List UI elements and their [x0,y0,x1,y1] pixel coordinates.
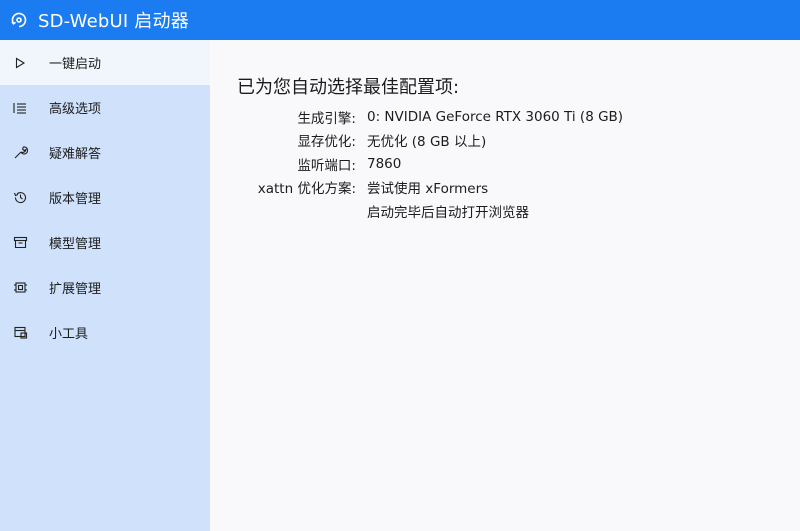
sidebar-item-label: 小工具 [49,327,89,342]
sidebar-item-label: 高级选项 [49,102,102,117]
sidebar-item-model-management[interactable]: 模型管理 [0,220,210,265]
setting-row-auto-open-browser: 启动完毕后自动打开浏览器 [210,199,800,223]
sidebar-item-one-click-start[interactable]: 一键启动 [0,40,210,85]
setting-key: 显存优化: [297,134,356,151]
toolbox-icon [12,325,28,341]
setting-row-vram: 显存优化: 无优化 (8 GB 以上) [210,129,800,153]
page-heading: 已为您自动选择最佳配置项: [237,77,460,98]
sidebar-item-version-management[interactable]: 版本管理 [0,175,210,220]
window-title: SD-WebUI 启动器 [38,11,189,32]
sidebar-item-label: 扩展管理 [49,282,102,297]
sidebar-item-label: 一键启动 [49,57,102,72]
sidebar-item-extension-management[interactable]: 扩展管理 [0,265,210,310]
setting-row-xattn: xattn 优化方案: 尝试使用 xFormers [210,176,800,200]
main-content: 已为您自动选择最佳配置项: 生成引擎: 0: NVIDIA GeForce RT… [210,40,800,531]
title-bar: SD-WebUI 启动器 [0,0,800,40]
setting-value: 尝试使用 xFormers [367,181,489,198]
sidebar: 一键启动 高级选项 疑难解答 版本管理 模型管理 扩展管理 小工具 [0,40,210,531]
setting-value: 启动完毕后自动打开浏览器 [367,204,529,221]
setting-value: 7860 [367,155,402,172]
setting-key: 监听端口: [297,157,356,174]
settings-summary: 生成引擎: 0: NVIDIA GeForce RTX 3060 Ti (8 G… [210,105,800,223]
sidebar-item-tools[interactable]: 小工具 [0,310,210,355]
list-icon [12,100,28,116]
sidebar-item-label: 疑难解答 [49,147,102,162]
setting-row-engine: 生成引擎: 0: NVIDIA GeForce RTX 3060 Ti (8 G… [210,105,800,129]
app-logo-icon [8,9,30,31]
setting-row-port: 监听端口: 7860 [210,152,800,176]
wrench-icon [12,145,28,161]
setting-value: 0: NVIDIA GeForce RTX 3060 Ti (8 GB) [367,108,624,125]
history-icon [12,190,28,206]
sidebar-item-troubleshooting[interactable]: 疑难解答 [0,130,210,175]
sidebar-item-label: 模型管理 [49,237,102,252]
sidebar-item-advanced-options[interactable]: 高级选项 [0,85,210,130]
play-icon [12,55,28,71]
archive-icon [12,235,28,251]
chip-icon [12,280,28,296]
sidebar-item-label: 版本管理 [49,192,102,207]
setting-key: xattn 优化方案: [257,181,356,198]
setting-value: 无优化 (8 GB 以上) [367,134,487,151]
setting-key: 生成引擎: [297,110,356,127]
